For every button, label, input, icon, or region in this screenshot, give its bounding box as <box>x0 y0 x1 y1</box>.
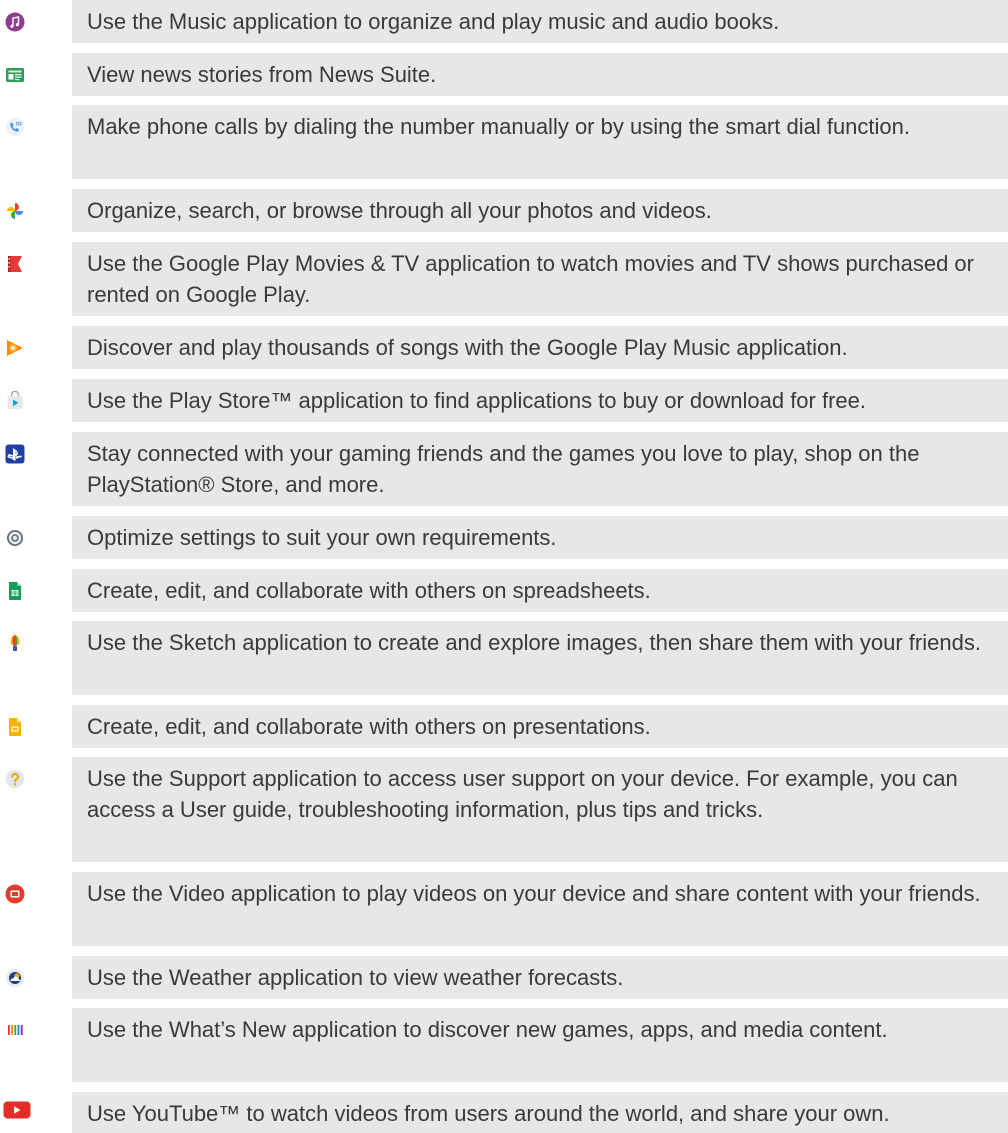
item-description: Use the Music application to organize an… <box>72 0 1008 43</box>
item-description: Use the Google Play Movies & TV applicat… <box>72 242 1008 316</box>
item-description: Stay connected with your gaming friends … <box>72 432 1008 506</box>
item-description: Optimize settings to suit your own requi… <box>72 516 1008 559</box>
play-store-icon <box>5 391 25 411</box>
item-description: Create, edit, and collaborate with other… <box>72 569 1008 612</box>
item-description: Use the Play Store™ application to find … <box>72 379 1008 422</box>
support-icon <box>5 769 25 789</box>
video-icon <box>5 884 25 904</box>
weather-icon <box>5 968 25 988</box>
settings-icon <box>5 528 25 548</box>
item-description: Organize, search, or browse through all … <box>72 189 1008 232</box>
item-description: Make phone calls by dialing the number m… <box>72 105 1008 179</box>
play-music-icon <box>5 338 25 358</box>
phone-icon <box>5 117 25 137</box>
item-description: Use YouTube™ to watch videos from users … <box>72 1092 1008 1133</box>
playstation-icon <box>5 444 25 464</box>
item-description: Use the Weather application to view weat… <box>72 956 1008 999</box>
item-description: Use the Sketch application to create and… <box>72 621 1008 695</box>
sheets-icon <box>5 581 25 601</box>
item-description: Use the Support application to access us… <box>72 757 1008 862</box>
item-description: Discover and play thousands of songs wit… <box>72 326 1008 369</box>
sketch-icon <box>5 633 25 653</box>
photos-icon <box>5 201 25 221</box>
item-description: Use the Video application to play videos… <box>72 872 1008 946</box>
whats-new-icon <box>5 1020 25 1040</box>
youtube-icon <box>3 1100 31 1120</box>
item-description: Use the What’s New application to discov… <box>72 1008 1008 1082</box>
play-movies-icon <box>5 254 25 274</box>
item-description: Create, edit, and collaborate with other… <box>72 705 1008 748</box>
news-icon <box>5 65 25 85</box>
music-icon <box>5 12 25 32</box>
item-description: View news stories from News Suite. <box>72 53 1008 96</box>
slides-icon <box>5 717 25 737</box>
